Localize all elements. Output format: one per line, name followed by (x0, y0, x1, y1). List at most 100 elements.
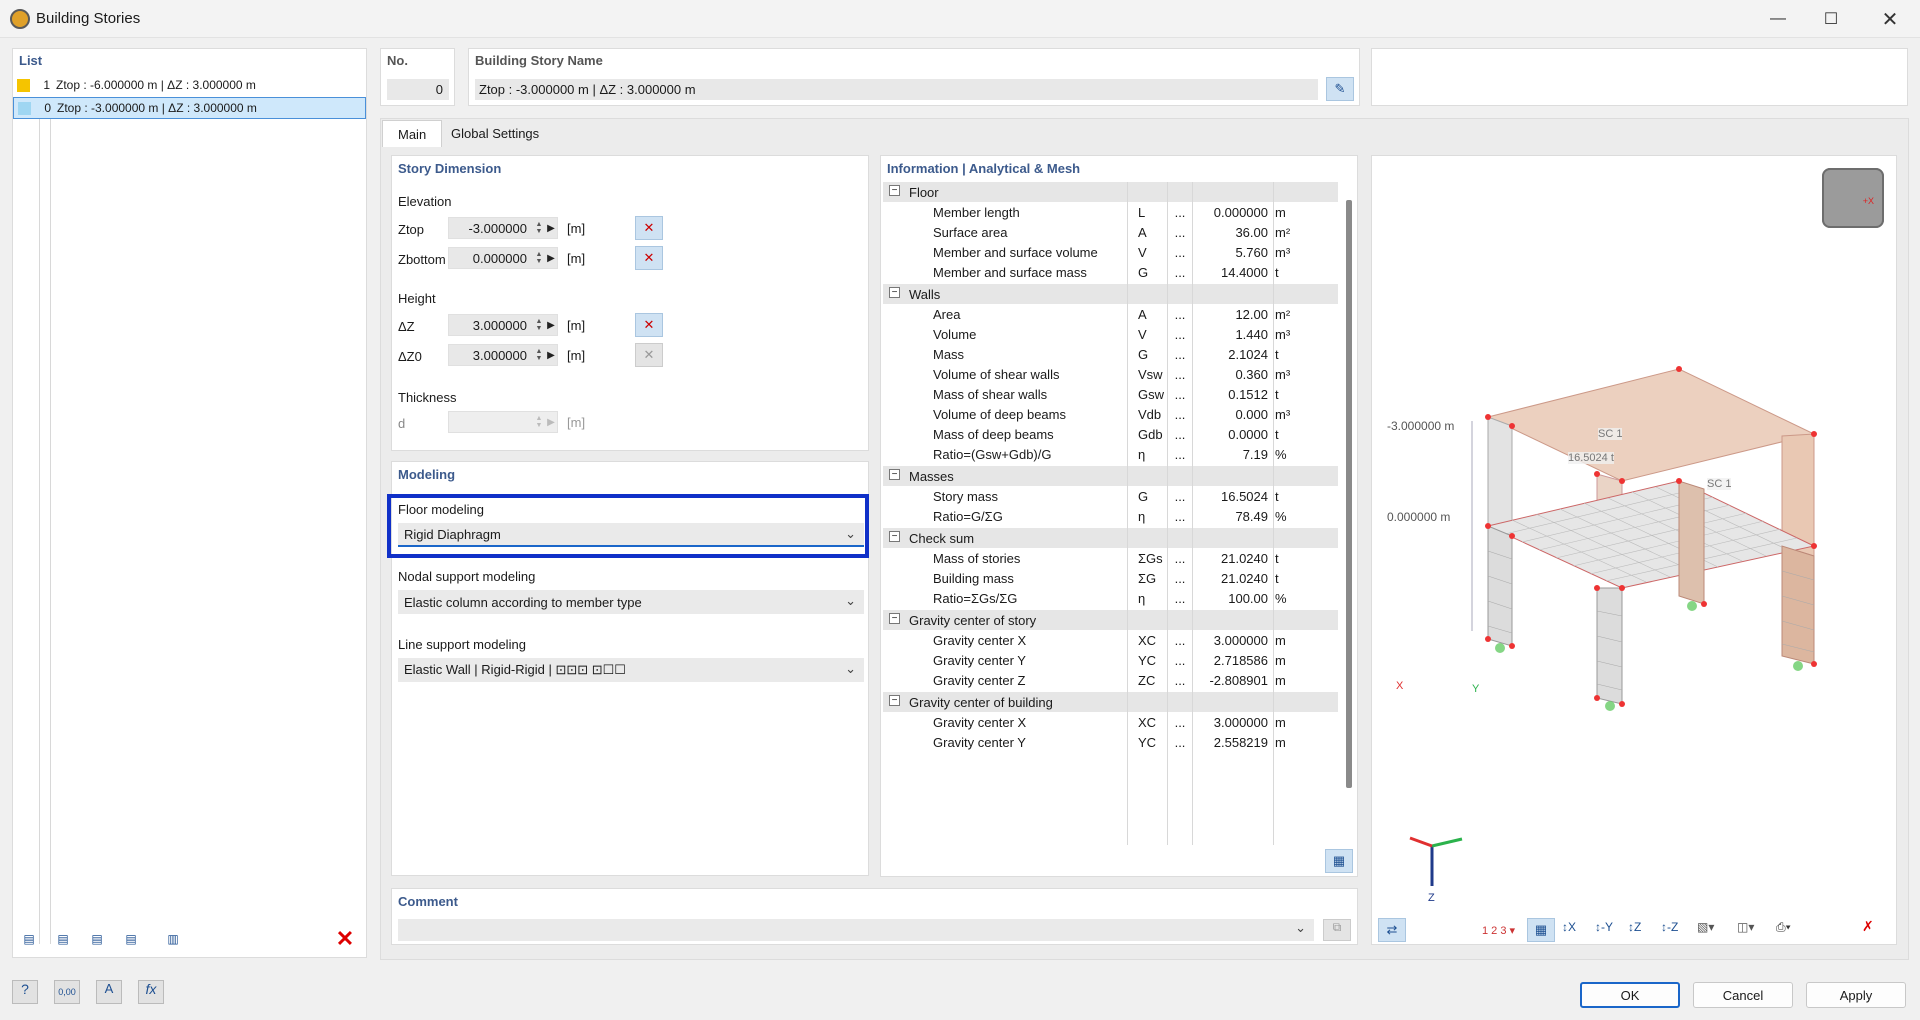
view-z-icon[interactable]: ↕Z (1628, 920, 1656, 942)
info-row-value: 0.1512 (1228, 387, 1268, 402)
info-row-label: Gravity center Z (933, 673, 1026, 688)
collapse-icon[interactable]: − (889, 695, 900, 706)
apply-button[interactable]: Apply (1806, 982, 1906, 1008)
text-format-icon[interactable]: A (96, 980, 122, 1004)
info-row-details-button[interactable]: ... (1171, 673, 1189, 688)
copy-story-icon[interactable]: ▤ (49, 926, 77, 952)
info-row: Volume V... 1.440 m³ (883, 324, 1338, 344)
info-group-header[interactable]: − Check sum (883, 528, 1338, 548)
collapse-icon[interactable]: − (889, 469, 900, 480)
collapse-icon[interactable]: − (889, 185, 900, 196)
info-group-header[interactable]: − Gravity center of building (883, 692, 1338, 712)
collapse-icon[interactable]: − (889, 531, 900, 542)
close-button[interactable]: ✕ (1862, 0, 1918, 38)
list-panel: List 1 Ztop : -6.000000 m | ΔZ : 3.00000… (12, 48, 367, 958)
cancel-button[interactable]: Cancel (1693, 982, 1793, 1008)
zbottom-input[interactable]: 0.000000 ▲ ▼ ▶ (448, 247, 558, 269)
info-panel: Information | Analytical & Mesh − Floor Me… (880, 155, 1358, 877)
info-scrollbar[interactable] (1346, 200, 1352, 788)
insert-story-icon[interactable]: ▤ (83, 926, 111, 952)
info-row-details-button[interactable]: ... (1171, 367, 1189, 382)
story-dimension-panel: Story Dimension Elevation Ztop -3.000000… (391, 155, 869, 451)
info-row-details-button[interactable]: ... (1171, 205, 1189, 220)
pick-dz-icon[interactable]: ✕ (635, 313, 663, 337)
comment-field[interactable]: ⌄ (398, 919, 1314, 941)
info-row-details-button[interactable]: ... (1171, 735, 1189, 750)
info-row-details-button[interactable]: ... (1171, 591, 1189, 606)
line-support-select[interactable]: Elastic Wall | Rigid-Rigid | ⊡⊡⊡ ⊡☐☐ ⌄ (398, 658, 864, 682)
numbering-icon[interactable]: 1 2 3 ▾ (1482, 918, 1522, 942)
info-row-details-button[interactable]: ... (1171, 551, 1189, 566)
info-row-details-button[interactable]: ... (1171, 307, 1189, 322)
info-row-value: 1.440 (1235, 327, 1268, 342)
info-row-details-button[interactable]: ... (1171, 225, 1189, 240)
story-name-field[interactable]: Ztop : -3.000000 m | ΔZ : 3.000000 m (475, 79, 1318, 100)
view-minus-z-icon[interactable]: ↕-Z (1661, 920, 1689, 942)
info-row-details-button[interactable]: ... (1171, 489, 1189, 504)
tab-main[interactable]: Main (382, 120, 443, 147)
export-info-icon[interactable]: ▦ (1325, 849, 1353, 873)
ztop-input[interactable]: -3.000000 ▲ ▼ ▶ (448, 217, 558, 239)
formula-icon[interactable]: fx (138, 980, 164, 1004)
number-field[interactable]: 0 (387, 79, 449, 100)
info-row-details-button[interactable]: ... (1171, 715, 1189, 730)
info-row-symbol: ZC (1138, 673, 1156, 688)
print-icon[interactable]: ⎙▾ (1776, 920, 1810, 942)
info-row-label: Building mass (933, 571, 1014, 586)
thickness-label: Thickness (398, 390, 457, 405)
info-row-details-button[interactable]: ... (1171, 347, 1189, 362)
isometric-view-icon[interactable]: ◫▾ (1737, 920, 1771, 942)
info-row-details-button[interactable]: ... (1171, 407, 1189, 422)
story-dimension-header: Story Dimension (398, 161, 502, 176)
comment-library-icon[interactable]: ⧉ (1323, 919, 1351, 941)
info-group-header[interactable]: − Walls (883, 284, 1338, 304)
info-row-details-button[interactable]: ... (1171, 245, 1189, 260)
info-row-details-button[interactable]: ... (1171, 633, 1189, 648)
new-story-icon[interactable]: ▤ (15, 926, 43, 952)
info-group-header[interactable]: − Gravity center of story (883, 610, 1338, 630)
list-item-selected[interactable]: 0 Ztop : -3.000000 m | ΔZ : 3.000000 m (13, 97, 366, 119)
tab-global-settings[interactable]: Global Settings (436, 120, 554, 147)
info-group-header[interactable]: − Masses (883, 466, 1338, 486)
info-row-details-button[interactable]: ... (1171, 571, 1189, 586)
info-row-details-button[interactable]: ... (1171, 327, 1189, 342)
info-group-header[interactable]: − Floor (883, 182, 1338, 202)
info-row-details-button[interactable]: ... (1171, 265, 1189, 280)
info-row-symbol: Gdb (1138, 427, 1163, 442)
info-row-details-button[interactable]: ... (1171, 427, 1189, 442)
view-minus-y-icon[interactable]: ↕-Y (1595, 920, 1623, 942)
collapse-icon[interactable]: − (889, 287, 900, 298)
collapse-icon[interactable]: − (889, 613, 900, 624)
nodal-support-select[interactable]: Elastic column according to member type ⌄ (398, 590, 864, 614)
render-mode-icon[interactable]: ▧▾ (1697, 920, 1731, 942)
support-condition-label: SC 1 (1707, 478, 1732, 490)
info-row-details-button[interactable]: ... (1171, 447, 1189, 462)
maximize-button[interactable]: ☐ (1803, 0, 1859, 38)
info-row-symbol: G (1138, 265, 1149, 280)
generate-stories-icon[interactable]: ▥ (159, 926, 187, 952)
model-3d-view[interactable] (1372, 156, 1898, 946)
view-x-icon[interactable]: ↕X (1562, 920, 1590, 942)
info-row-symbol: ΣG (1138, 571, 1157, 586)
list-item[interactable]: 1 Ztop : -6.000000 m | ΔZ : 3.000000 m (13, 74, 376, 96)
reset-view-icon[interactable]: ✗ (1862, 918, 1888, 940)
dz0-input[interactable]: 3.000000 ▲ ▼ ▶ (448, 344, 558, 366)
number-panel: No. 0 (380, 48, 455, 106)
number-format-icon[interactable]: 0,00 (54, 980, 80, 1004)
pick-ztop-icon[interactable]: ✕ (635, 216, 663, 240)
sync-view-icon[interactable]: ⇄ (1378, 918, 1406, 942)
pick-zbottom-icon[interactable]: ✕ (635, 246, 663, 270)
floor-modeling-select[interactable]: Rigid Diaphragm ⌄ (398, 523, 864, 547)
info-row-details-button[interactable]: ... (1171, 509, 1189, 524)
display-values-icon[interactable]: ▦ (1527, 918, 1555, 942)
delete-icon[interactable]: ✕ (331, 926, 359, 952)
edit-name-icon[interactable]: ✎ (1326, 77, 1354, 101)
dz-input[interactable]: 3.000000 ▲ ▼ ▶ (448, 314, 558, 336)
info-row-details-button[interactable]: ... (1171, 653, 1189, 668)
info-row-details-button[interactable]: ... (1171, 387, 1189, 402)
help-icon[interactable]: ? (12, 980, 38, 1004)
dz-unit: [m] (567, 318, 586, 333)
minimize-button[interactable]: — (1750, 0, 1806, 38)
ok-button[interactable]: OK (1580, 982, 1680, 1008)
move-story-icon[interactable]: ▤ (117, 926, 145, 952)
